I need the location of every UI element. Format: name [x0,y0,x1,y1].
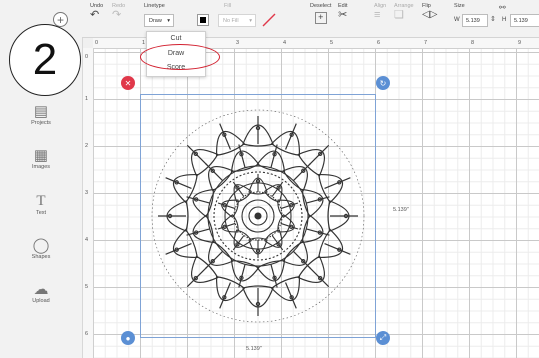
ruler-left-label: 1 [85,96,89,102]
linetype-color-swatch[interactable] [197,14,209,26]
close-icon: ✕ [124,78,132,88]
ruler-top-label: 5 [330,40,334,46]
arrange-icon[interactable]: ❏ [394,9,404,21]
linetype-option-cut[interactable]: Cut [147,35,205,42]
selection-width-label: 5.139" [246,346,262,352]
chevron-down-icon: ▾ [167,18,170,24]
delete-handle[interactable]: ✕ [121,76,135,90]
ruler-top-label: 7 [424,40,428,46]
shapes-icon: ◯ [32,237,50,254]
draw-option-highlight-circle [140,44,220,70]
sidebar-item-images[interactable]: ▦ Images [29,147,53,170]
lock-icon[interactable]: ⚯ [499,3,506,12]
sidebar-item-text[interactable]: T Text [29,193,53,216]
step-number-badge: 2 [9,24,81,96]
no-fill-slash-icon [262,13,276,27]
selection-bounding-box[interactable] [140,94,376,338]
resize-icon: ⤢ [379,333,387,342]
lock-icon: ● [125,333,131,343]
ruler-top-label: 8 [471,40,475,46]
chevron-down-icon: ▾ [249,18,252,24]
ruler-left-label: 5 [85,284,89,290]
ruler-top-label: 0 [95,40,99,46]
ruler-left-label: 0 [85,54,89,60]
width-input[interactable]: 5.139 [462,14,488,27]
ruler-corner [83,38,93,48]
size-group: Size [454,3,465,9]
width-prefix: W [454,17,460,23]
ruler-left-label: 6 [85,331,89,337]
linetype-group: Linetype [144,3,165,9]
align-icon[interactable]: ≡ [374,9,380,21]
upload-icon: ☁ [33,281,49,298]
ruler-left-label: 3 [85,190,89,196]
ruler-top-label: 6 [377,40,381,46]
ruler-top-label: 9 [518,40,522,46]
arrange-group[interactable]: Arrange ❏ [394,3,414,21]
redo-icon[interactable]: ↷ [112,9,121,21]
ruler-top-label: 3 [236,40,240,46]
flip-icon[interactable]: ◁▷ [422,9,437,20]
selection-height-label: 5.139" [393,207,409,213]
fill-group: Fill [224,3,232,9]
deselect-icon[interactable]: + [314,12,327,24]
flip-group[interactable]: Flip ◁▷ [422,3,437,21]
sidebar-item-projects[interactable]: ▤ Projects [29,103,53,126]
text-icon: T [36,193,46,209]
projects-icon: ▤ [33,103,49,120]
undo-icon[interactable]: ↶ [90,9,99,21]
edit-group[interactable]: Edit ✂ [338,3,347,21]
height-input[interactable]: 5.139 [510,14,539,27]
undo-group[interactable]: Undo ↶ [90,3,103,21]
sidebar-item-upload[interactable]: ☁ Upload [29,281,53,304]
scissors-icon[interactable]: ✂ [338,9,347,21]
height-prefix: H [502,17,507,23]
ruler-left-label: 4 [85,237,89,243]
resize-handle[interactable]: ⤢ [376,331,390,345]
ruler-top-label: 1 [142,40,146,46]
lock-handle[interactable]: ● [121,331,135,345]
fill-select[interactable]: No Fill ▾ [218,14,256,27]
redo-group[interactable]: Redo ↷ [112,3,125,21]
deselect-group[interactable]: Deselect + [310,3,331,24]
images-icon: ▦ [33,147,49,164]
width-stepper-icon[interactable]: ⇕ [490,15,496,23]
linetype-select[interactable]: Draw ▾ [144,14,174,27]
ruler-left-label: 2 [85,143,89,149]
rotate-handle[interactable]: ↻ [376,76,390,90]
ruler-top-label: 4 [283,40,287,46]
sidebar-item-shapes[interactable]: ◯ Shapes [29,237,53,260]
align-group[interactable]: Align ≡ [374,3,386,21]
ruler-left: 0 1 2 3 4 5 6 [83,48,94,358]
rotate-icon: ↻ [379,78,387,88]
